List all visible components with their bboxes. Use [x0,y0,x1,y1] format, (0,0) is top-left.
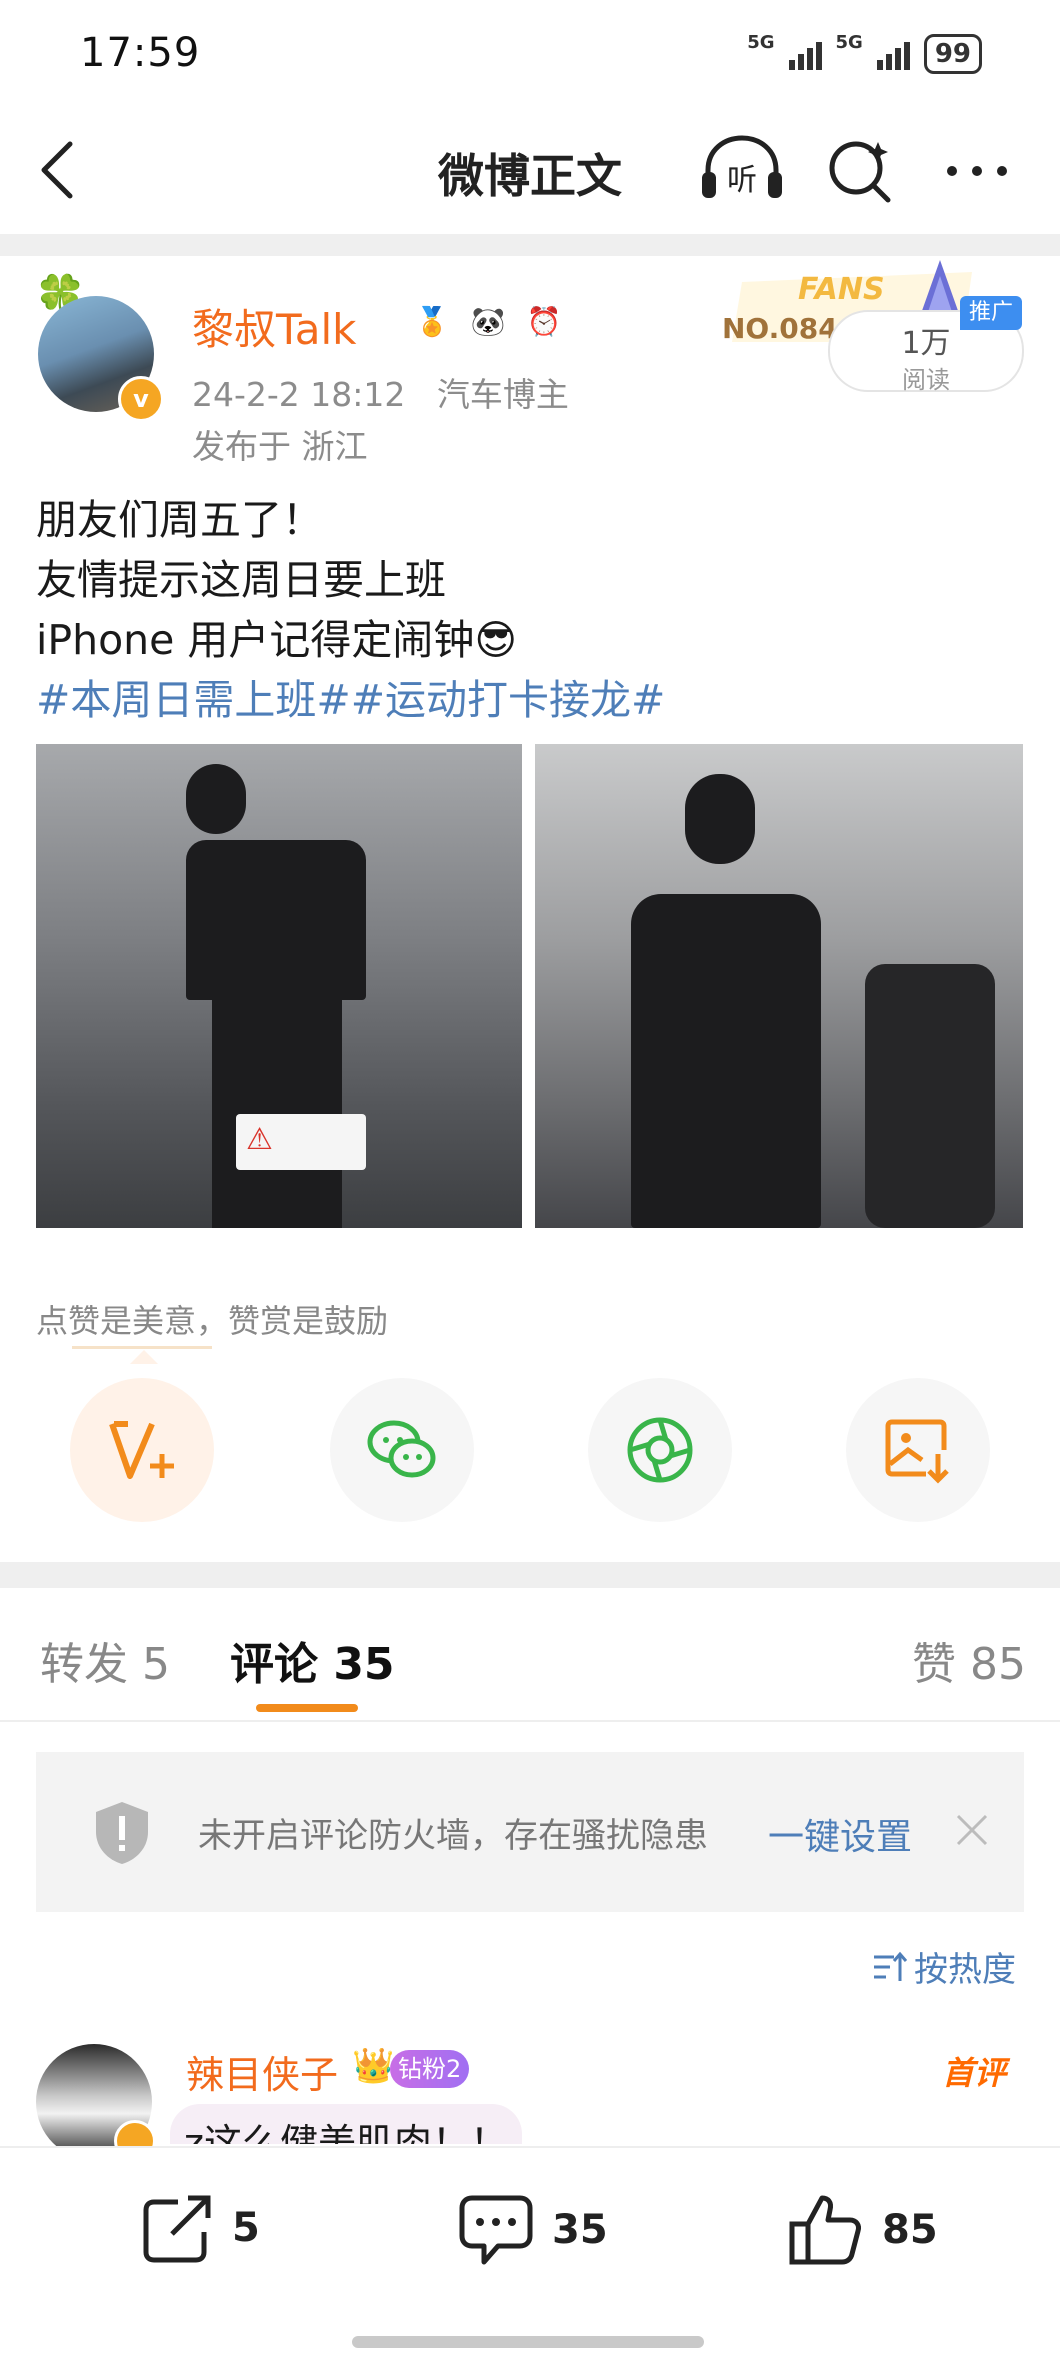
post-text: 朋友们周五了！ 友情提示这周日要上班 iPhone 用户记得定闹钟😎 #本周日需… [36,490,1026,730]
reward-text: 点赞是美意，赞赏是鼓励 [36,1302,389,1340]
network-label-2: 5G [835,31,863,53]
post-line: iPhone 用户记得定闹钟😎 [36,616,518,664]
more-button[interactable] [942,146,1012,196]
comment-text: z这么健美肌肉！！ [170,2104,522,2144]
post-datetime: 24-2-2 18:12 [192,375,406,414]
notice-setup-link[interactable]: 一键设置 [768,1808,912,1860]
hashtag-links[interactable]: #本周日需上班##运动打卡接龙# [36,670,1026,730]
notice-text: 未开启评论防火墙，存在骚扰隐患 [198,1816,708,1856]
tab-comments[interactable]: 评论 35 [230,1628,395,1692]
page-title: 微博正文 [438,149,622,203]
promo-tag: 推广 [960,296,1022,330]
fans-label: FANS [798,272,885,307]
moments-icon [627,1417,693,1483]
sort-icon [874,1951,908,1981]
save-image-button[interactable] [846,1378,990,1522]
search-button[interactable] [826,136,896,206]
author-tag: 汽车博主 [436,375,569,414]
panda-icon: 🐼 [470,305,506,338]
repost-button[interactable]: 5 [140,2192,260,2264]
firewall-notice: 未开启评论防火墙，存在骚扰隐患 一键设置 [36,1752,1024,1912]
active-tab-underline [256,1704,358,1712]
photo-figure-torso [631,894,821,1228]
tab-reposts[interactable]: 转发 5 [40,1628,170,1692]
post-location: 发布于 浙江 [192,427,368,466]
share-moments-button[interactable] [588,1378,732,1522]
section-divider [0,1562,1060,1588]
share-icon [143,2195,211,2263]
photo-figure-legs [212,994,342,1228]
reward-button[interactable] [70,1378,214,1522]
repost-count: 5 [232,2205,260,2251]
crown-icon: 👑 [352,2046,395,2086]
photo-figure-head [685,774,755,864]
first-comment-tag: 首评 [942,2054,1007,2092]
verified-badge-icon: v [118,376,164,422]
search-icon [829,141,891,203]
signal-icon [876,38,910,70]
headphones-icon: 听 [702,135,782,198]
more-icon [947,166,1007,176]
home-indicator [352,2336,704,2348]
alarm-clock-icon: ⏰ [526,305,562,338]
medal-icon: 🏅 [414,305,450,338]
photo-figure-head [186,764,246,834]
comment-count: 35 [552,2207,608,2253]
save-image-icon [885,1419,949,1484]
share-wechat-button[interactable] [330,1378,474,1522]
network-label-1: 5G [747,31,775,53]
sort-label: 按热度 [914,1950,1016,1990]
post-photo-1[interactable]: ⚠ [36,744,522,1228]
status-time: 17:59 [80,30,201,76]
post-line: 朋友们周五了！ [36,496,323,544]
comment-text-wrap: z这么健美肌肉！！ [170,2104,660,2144]
comment-button[interactable]: 35 [456,2192,608,2268]
comment-icon [459,2195,533,2265]
post-line: 友情提示这周日要上班 [36,556,446,604]
reward-underline [72,1346,212,1349]
shield-icon [96,1802,148,1864]
author-name[interactable]: 黎叔Talk [192,296,356,357]
wechat-icon [367,1420,436,1478]
close-icon[interactable] [954,1812,990,1848]
signal-icon [788,38,822,70]
photo-bench [865,964,995,1228]
tab-likes[interactable]: 赞 85 [912,1628,1026,1692]
photo-figure-torso [186,840,366,1000]
status-indicators: 5G 5G 99 [747,31,982,74]
warning-sign: ⚠ [236,1114,366,1170]
tab-divider [0,1720,1060,1722]
fan-level-badge: 钻粉2 [390,2050,470,2088]
author-badges: 🏅 🐼 ⏰ [408,300,568,344]
listen-label: 听 [727,163,757,198]
post-photo-2[interactable] [535,744,1023,1228]
post-meta: 24-2-2 18:12 汽车博主 [192,368,569,416]
read-label: 阅读 [902,366,950,394]
like-button[interactable]: 85 [786,2192,938,2268]
listen-button[interactable]: 听 [700,134,784,204]
v-plus-icon [109,1421,174,1479]
sort-button[interactable]: 按热度 [872,1942,1016,1991]
reward-caret [130,1350,158,1364]
thumbs-up-icon [789,2195,861,2265]
battery-icon: 99 [923,34,982,74]
like-count: 85 [882,2207,938,2253]
commenter-name[interactable]: 辣目侠子 [186,2044,338,2099]
